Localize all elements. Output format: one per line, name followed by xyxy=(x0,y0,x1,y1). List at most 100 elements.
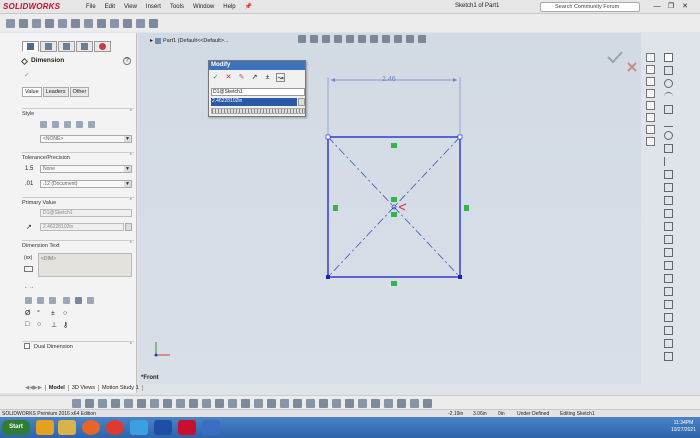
smart-dimension-icon[interactable] xyxy=(19,19,28,28)
solidworks-logo[interactable]: SOLIDWORKS xyxy=(3,2,60,11)
sketch-entity-icon[interactable] xyxy=(163,399,172,408)
appearances-icon[interactable] xyxy=(645,113,655,122)
linear-pattern-icon[interactable] xyxy=(663,248,673,257)
tab-model[interactable]: Model xyxy=(46,385,69,391)
sketch-entity-icon[interactable] xyxy=(228,399,237,408)
sketch-entity-icon[interactable] xyxy=(423,399,432,408)
rectangle-tool-icon[interactable] xyxy=(45,19,54,28)
resources-icon[interactable] xyxy=(645,65,655,74)
depth-symbol-icon[interactable]: ⊥ xyxy=(51,321,57,329)
sketch-entity-icon[interactable] xyxy=(397,399,406,408)
configuration-manager-tab[interactable] xyxy=(58,41,75,52)
sketch-entity-icon[interactable] xyxy=(345,399,354,408)
chrome-icon[interactable] xyxy=(106,420,124,435)
start-button[interactable]: Start xyxy=(2,420,30,435)
circle-tool-icon[interactable] xyxy=(58,19,67,28)
plus-minus-symbol-icon[interactable]: ± xyxy=(51,310,55,317)
tolerance-text-icon[interactable]: ←→ xyxy=(24,284,34,290)
centerline-icon[interactable] xyxy=(663,326,673,335)
tab-value[interactable]: Value xyxy=(22,87,42,97)
slot-icon[interactable] xyxy=(663,144,673,153)
arc-icon[interactable] xyxy=(663,92,673,101)
collapse-chevron-icon[interactable]: ˆ xyxy=(130,110,132,117)
sketch-entity-icon[interactable] xyxy=(111,399,120,408)
mirror-tool-icon[interactable] xyxy=(110,19,119,28)
tab-previous-arrows[interactable]: ◀◀▶▶ xyxy=(22,385,46,391)
menu-edit[interactable]: Edit xyxy=(105,4,115,10)
inspection-icon[interactable] xyxy=(24,266,33,272)
delete-style-icon[interactable] xyxy=(64,121,71,128)
sketch-entity-icon[interactable] xyxy=(215,399,224,408)
value-spinner[interactable] xyxy=(125,223,132,231)
sketch-fillet-icon[interactable] xyxy=(663,339,673,348)
offset-icon[interactable] xyxy=(663,183,673,192)
sketch-entity-icon[interactable] xyxy=(293,399,302,408)
menu-file[interactable]: File xyxy=(86,4,96,10)
sketch-entity-icon[interactable] xyxy=(254,399,263,408)
center-line-symbol-icon[interactable]: ○ xyxy=(37,321,41,328)
corner-point[interactable] xyxy=(458,275,462,279)
ellipse-icon[interactable] xyxy=(663,131,673,140)
viewer-icon[interactable] xyxy=(202,420,220,435)
reverse-sense-icon[interactable]: ↗ xyxy=(250,73,259,82)
smart-dimension-icon[interactable] xyxy=(663,287,673,296)
dimxpert-manager-tab[interactable] xyxy=(76,41,93,52)
align-left-icon[interactable] xyxy=(25,297,32,304)
polygon-icon[interactable] xyxy=(663,105,673,114)
sketch-entity-icon[interactable] xyxy=(124,399,133,408)
property-manager-tab[interactable] xyxy=(40,41,57,52)
collapse-chevron-icon[interactable]: ˆ xyxy=(130,154,132,161)
confirm-check-icon[interactable] xyxy=(607,51,623,64)
pin-icon[interactable]: 📌 xyxy=(245,3,252,10)
rectangle-icon[interactable] xyxy=(663,66,673,75)
increment-icon[interactable]: ± xyxy=(263,73,272,82)
text-icon[interactable] xyxy=(663,300,673,309)
extend-icon[interactable] xyxy=(663,222,673,231)
sketch-entity-icon[interactable] xyxy=(332,399,341,408)
view-palette-icon[interactable] xyxy=(645,101,655,110)
app-icon[interactable] xyxy=(130,420,148,435)
search-input[interactable]: Search Community Forum xyxy=(540,2,640,12)
custom-properties-icon[interactable] xyxy=(645,125,655,134)
degree-symbol-icon[interactable]: ° xyxy=(37,310,40,317)
sketch-entity-icon[interactable] xyxy=(306,399,315,408)
text-middle-icon[interactable] xyxy=(75,297,82,304)
file-manager-icon[interactable] xyxy=(58,420,76,435)
pattern-tool-icon[interactable] xyxy=(123,19,132,28)
coincident-relation-marker[interactable] xyxy=(391,197,397,202)
restore-button[interactable]: ❐ xyxy=(664,2,678,10)
file-explorer-icon[interactable] xyxy=(645,89,655,98)
modify-thumbwheel[interactable] xyxy=(211,108,305,114)
corner-point[interactable] xyxy=(325,134,331,140)
line-tool-icon[interactable] xyxy=(32,19,41,28)
tab-3d-views[interactable]: 3D Views xyxy=(69,385,99,391)
sketch-entity-icon[interactable] xyxy=(410,399,419,408)
ok-check-icon[interactable]: ✓ xyxy=(24,71,30,79)
save-style-icon[interactable] xyxy=(76,121,83,128)
mark-for-drawing-icon[interactable]: ↝ xyxy=(276,72,285,82)
display-manager-tab[interactable] xyxy=(94,41,111,52)
rebuild-icon[interactable]: ✎ xyxy=(237,73,246,82)
fillet-icon[interactable] xyxy=(663,157,673,166)
sketch-entity-icon[interactable] xyxy=(358,399,367,408)
point-icon[interactable] xyxy=(663,313,673,322)
dual-dimension-checkbox[interactable] xyxy=(24,343,30,349)
apply-style-icon[interactable] xyxy=(40,121,47,128)
help-button[interactable]: ? xyxy=(123,57,131,65)
trim-icon[interactable] xyxy=(663,209,673,218)
sketch-entity-icon[interactable] xyxy=(384,399,393,408)
cancel-x-icon[interactable]: ✕ xyxy=(224,73,233,82)
sketch-entity-icon[interactable] xyxy=(319,399,328,408)
sketch-entity-icon[interactable] xyxy=(176,399,185,408)
style-dropdown[interactable]: <NONE> ▼ xyxy=(40,135,132,143)
dimension-text-box[interactable]: <DIM> xyxy=(38,253,132,277)
coincident-relation-marker[interactable] xyxy=(391,212,397,217)
design-library-icon[interactable] xyxy=(645,77,655,86)
sketch-entity-icon[interactable] xyxy=(202,399,211,408)
tab-motion-study[interactable]: Motion Study 1 xyxy=(99,385,143,391)
tab-other[interactable]: Other xyxy=(69,87,90,97)
sketch-entity-icon[interactable] xyxy=(267,399,276,408)
precision-dropdown[interactable]: .12 (Document) ▼ xyxy=(40,180,132,188)
forum-icon[interactable] xyxy=(645,137,655,146)
exit-sketch-icon[interactable] xyxy=(663,352,673,361)
